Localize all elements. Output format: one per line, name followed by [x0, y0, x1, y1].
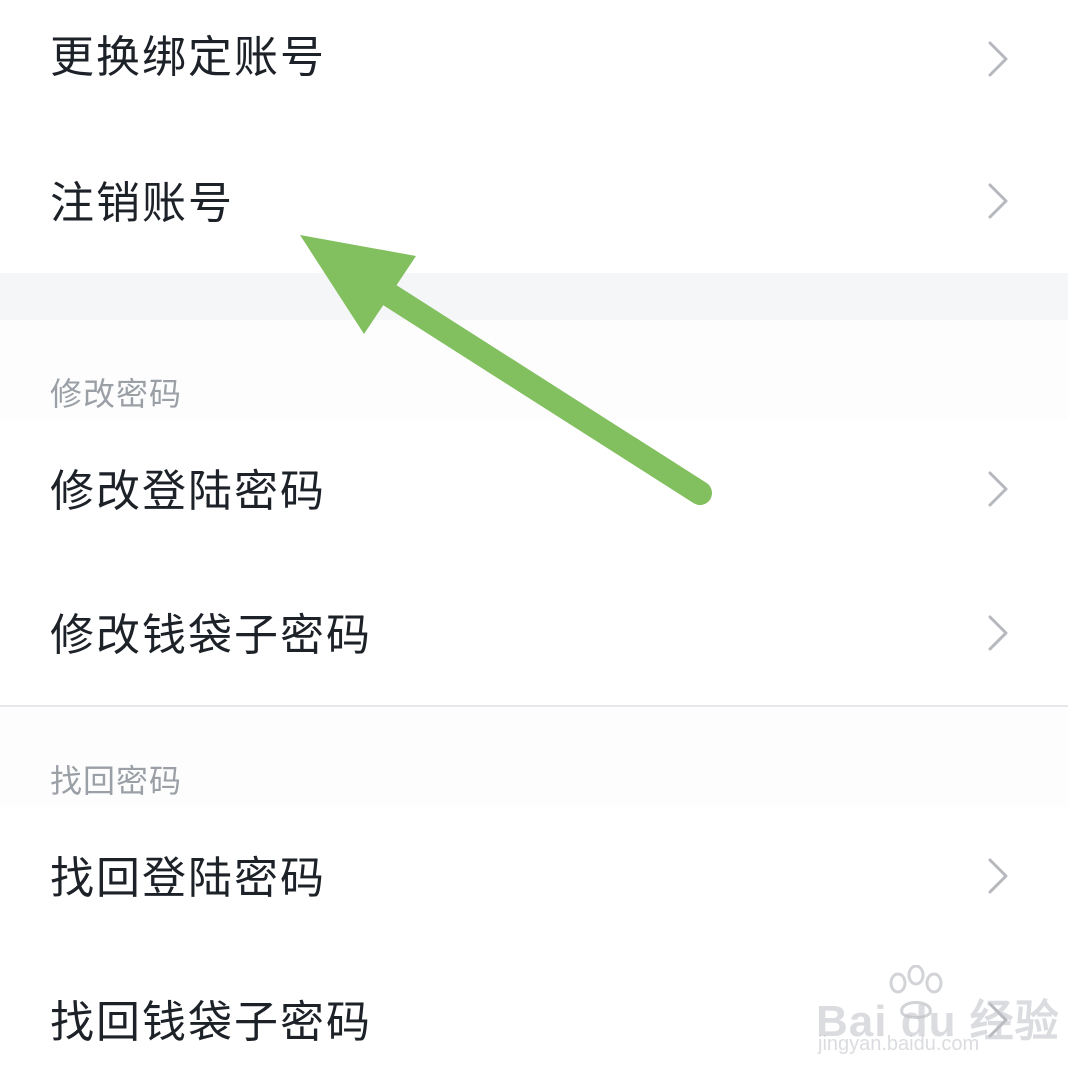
chevron-right-icon: [986, 857, 1010, 895]
settings-item-cancel-account[interactable]: 注销账号: [0, 128, 1068, 273]
section-header-label: 找回密码: [50, 762, 183, 800]
chevron-right-icon: [986, 182, 1010, 220]
chevron-right-icon: [986, 614, 1010, 652]
settings-item-label: 注销账号: [50, 178, 234, 229]
chevron-right-icon: [986, 40, 1010, 78]
section-header-recover-password: 找回密码: [0, 707, 1068, 807]
settings-item-label: 找回钱袋子密码: [50, 997, 372, 1048]
settings-item-change-bound-account[interactable]: 更换绑定账号: [0, 0, 1068, 128]
section-header-change-password: 修改密码: [0, 320, 1068, 420]
section-header-label: 修改密码: [50, 375, 183, 413]
settings-item-label: 找回登陆密码: [50, 853, 326, 904]
settings-item-label: 修改登陆密码: [50, 466, 326, 517]
settings-item-recover-login-password[interactable]: 找回登陆密码: [0, 807, 1068, 951]
baidu-jingyan-watermark: Bai du 经验 jingyan.baidu.com: [816, 964, 1059, 1065]
settings-item-label: 修改钱袋子密码: [50, 610, 372, 661]
settings-item-change-wallet-password[interactable]: 修改钱袋子密码: [0, 564, 1068, 706]
section-gap: [0, 273, 1068, 320]
watermark-url: jingyan.baidu.com: [818, 1033, 980, 1055]
chevron-right-icon: [986, 470, 1010, 508]
settings-item-change-login-password[interactable]: 修改登陆密码: [0, 420, 1068, 564]
settings-item-label: 更换绑定账号: [50, 32, 326, 83]
